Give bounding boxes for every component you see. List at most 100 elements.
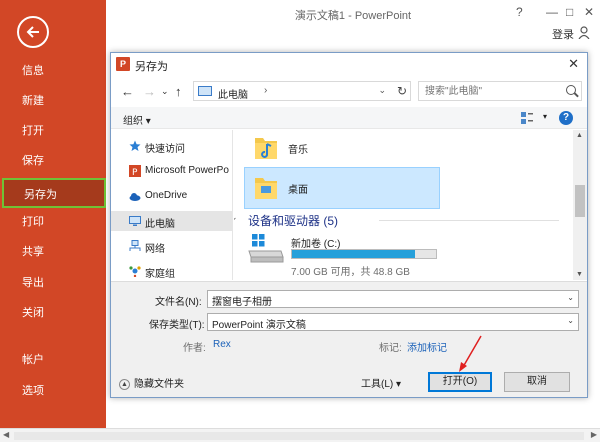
- refresh-icon[interactable]: ↻: [397, 84, 407, 98]
- backstage-item-info[interactable]: 信息: [0, 56, 106, 86]
- content-scrollbar[interactable]: ▲ ▼: [573, 130, 587, 280]
- restore-button[interactable]: □: [566, 5, 573, 19]
- backstage-item-account[interactable]: 帐户: [0, 345, 106, 375]
- close-app-button[interactable]: ✕: [584, 5, 594, 19]
- navigation-pane: 快速访问 P Microsoft PowerPo OneDrive 此电脑 网络…: [111, 130, 233, 280]
- powerpoint-icon: P: [129, 165, 141, 177]
- group-collapse-icon[interactable]: ⌄: [234, 212, 238, 223]
- back-button[interactable]: [17, 16, 49, 48]
- author-field[interactable]: Rex: [213, 339, 231, 350]
- backstage-item-save-as[interactable]: 另存为: [2, 178, 106, 208]
- back-nav-icon[interactable]: ←: [121, 84, 134, 99]
- save-as-dialog: P 另存为 ✕ ← → ⌄ ↑ 此电脑 › ⌄ ↻ 组织 ▾ ▾ ?: [110, 52, 588, 398]
- tags-label: 标记:: [379, 343, 402, 354]
- nav-item-network[interactable]: 网络: [111, 236, 232, 256]
- filename-dropdown-icon[interactable]: ⌄: [567, 293, 574, 302]
- dialog-title-bar: P 另存为 ✕: [111, 53, 587, 75]
- status-bar: ◀ ▶: [0, 428, 600, 442]
- address-row: ← → ⌄ ↑ 此电脑 › ⌄ ↻: [111, 79, 587, 105]
- title-bar: 演示文稿1 - PowerPoint ? — □ ✕: [106, 0, 600, 28]
- nav-item-onedrive[interactable]: OneDrive: [111, 186, 232, 206]
- address-bar[interactable]: 此电脑 › ⌄ ↻: [193, 81, 411, 101]
- save-type-label: 保存类型(T):: [149, 320, 205, 331]
- scroll-down-icon[interactable]: ▼: [576, 271, 583, 278]
- save-type-value[interactable]: PowerPoint 演示文稿: [212, 316, 306, 331]
- quick-access-icon: [129, 140, 141, 151]
- organize-button[interactable]: 组织 ▾: [123, 112, 151, 127]
- backstage-item-close[interactable]: 关闭: [0, 298, 106, 328]
- minimize-button[interactable]: —: [546, 5, 558, 19]
- view-options-icon[interactable]: [521, 112, 533, 124]
- back-arrow-icon: [26, 26, 39, 38]
- tags-field[interactable]: 添加标记: [407, 339, 447, 354]
- tools-menu-button[interactable]: 工具(L) ▾: [361, 375, 401, 390]
- hide-folders-toggle[interactable]: ▲ 隐藏文件夹: [119, 375, 184, 390]
- scroll-thumb[interactable]: [575, 185, 585, 217]
- scroll-up-icon[interactable]: ▲: [576, 132, 583, 139]
- nav-item-homegroup[interactable]: 家庭组: [111, 261, 232, 280]
- group-divider: [379, 220, 559, 221]
- windows-drive-icon: [248, 234, 284, 263]
- backstage-item-new[interactable]: 新建: [0, 86, 106, 116]
- breadcrumb-chevron-icon[interactable]: ›: [264, 85, 267, 96]
- nav-item-this-pc[interactable]: 此电脑: [111, 211, 232, 231]
- drive-usage-fill: [292, 250, 416, 258]
- filename-value[interactable]: 摆窗电子相册: [212, 293, 272, 308]
- dialog-help-icon[interactable]: ?: [559, 111, 573, 125]
- save-type-select[interactable]: PowerPoint 演示文稿 ⌄: [207, 313, 579, 331]
- login-link[interactable]: 登录: [552, 26, 574, 42]
- nav-item-powerpoint[interactable]: P Microsoft PowerPo: [111, 161, 232, 181]
- search-icon: [566, 85, 576, 95]
- hscroll-right-icon[interactable]: ▶: [591, 430, 597, 439]
- homegroup-icon: [129, 266, 141, 277]
- horizontal-scrollbar[interactable]: [14, 432, 584, 440]
- nav-label: 此电脑: [145, 219, 175, 230]
- filename-field[interactable]: 摆窗电子相册 ⌄: [207, 290, 579, 308]
- forward-nav-icon[interactable]: →: [143, 84, 156, 99]
- onedrive-icon: [129, 193, 141, 201]
- devices-group-header[interactable]: 设备和驱动器 (5): [248, 212, 338, 229]
- hscroll-left-icon[interactable]: ◀: [3, 430, 9, 439]
- dialog-title: 另存为: [135, 61, 168, 73]
- save-type-dropdown-icon[interactable]: ⌄: [567, 316, 574, 325]
- desktop-folder-icon: [255, 178, 277, 199]
- backstage-item-print[interactable]: 打印: [0, 207, 106, 237]
- up-nav-icon[interactable]: ↑: [175, 84, 182, 99]
- recent-dropdown-icon[interactable]: ⌄: [161, 86, 169, 97]
- drive-name: 新加卷 (C:): [291, 239, 341, 250]
- pc-icon: [198, 86, 212, 96]
- network-icon: [129, 240, 141, 251]
- backstage-item-save[interactable]: 保存: [0, 146, 106, 176]
- folder-label: 桌面: [288, 185, 308, 196]
- drive-usage-bar: [291, 249, 437, 259]
- backstage-item-export[interactable]: 导出: [0, 268, 106, 298]
- save-form: 文件名(N): 摆窗电子相册 ⌄ 保存类型(T): PowerPoint 演示文…: [111, 281, 587, 397]
- drive-space-info: 7.00 GB 可用，共 48.8 GB: [291, 267, 410, 278]
- view-dropdown-icon[interactable]: ▾: [543, 112, 547, 121]
- nav-label: 网络: [145, 244, 165, 255]
- dialog-close-button[interactable]: ✕: [568, 56, 579, 72]
- pc-icon: [129, 216, 141, 226]
- backstage-panel: 信息 新建 打开 保存 另存为 打印 共享 导出 关闭 帐户 选项: [0, 0, 106, 442]
- search-input[interactable]: [425, 84, 555, 98]
- nav-label: 家庭组: [145, 269, 175, 280]
- nav-label: Microsoft PowerPo: [145, 165, 229, 176]
- backstage-item-open[interactable]: 打开: [0, 116, 106, 146]
- backstage-item-options[interactable]: 选项: [0, 376, 106, 406]
- collapse-up-icon: ▲: [119, 378, 130, 390]
- music-folder-icon: [255, 138, 277, 159]
- backstage-item-share[interactable]: 共享: [0, 237, 106, 267]
- cancel-button[interactable]: 取消: [504, 372, 570, 392]
- app-title: 演示文稿1 - PowerPoint: [294, 10, 412, 22]
- help-button[interactable]: ?: [516, 5, 523, 19]
- open-button[interactable]: 打开(O): [428, 372, 492, 392]
- svg-text:P: P: [132, 168, 138, 177]
- author-label: 作者:: [183, 343, 206, 354]
- search-box[interactable]: [418, 81, 582, 101]
- file-content-pane: 音乐 桌面 ⌄ 设备和驱动器 (5) 新加卷 (C:): [234, 130, 587, 280]
- address-dropdown-icon[interactable]: ⌄: [378, 85, 386, 96]
- folder-item-desktop[interactable]: 桌面: [244, 167, 440, 209]
- nav-label: 快速访问: [145, 144, 185, 155]
- nav-item-quick-access[interactable]: 快速访问: [111, 136, 232, 156]
- address-location[interactable]: 此电脑: [218, 86, 248, 101]
